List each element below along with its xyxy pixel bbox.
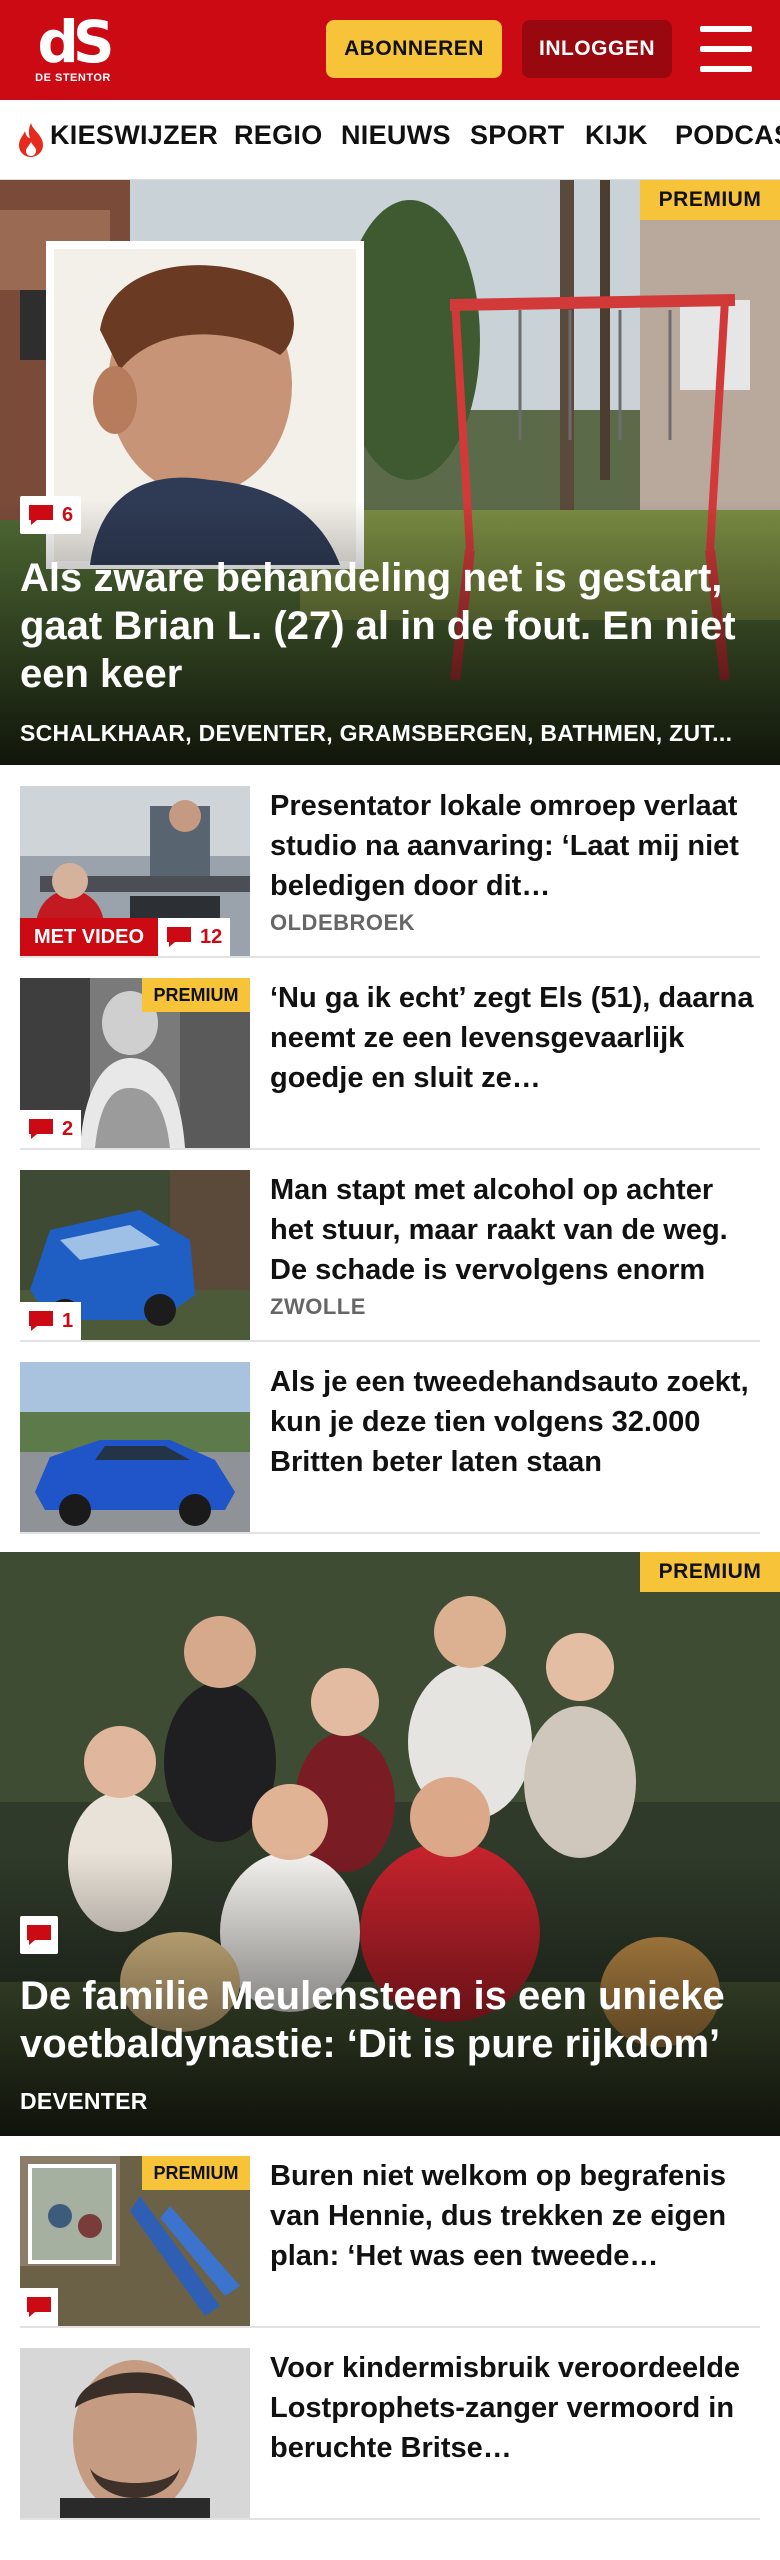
list-item[interactable]: Voor kindermisbruik veroordeel­de Lostpr… [20,2348,760,2520]
article-thumbnail [20,2348,250,2518]
login-button[interactable]: INLOGGEN [522,20,672,78]
flame-icon [19,123,43,157]
list-item[interactable]: Als je een tweedehandsauto zoekt, kun je… [20,1362,760,1534]
article-title[interactable]: Presentator lokale omroep verlaat studio… [270,786,760,906]
comment-count-badge: 12 [158,918,231,956]
hero-article-1[interactable]: PREMIUM 6 Als zware behandeling net is g… [0,180,780,765]
article-location: OLDEBROEK [270,910,416,935]
premium-badge: PREMIUM [640,1552,780,1592]
hero-location: SCHALKHAAR, DEVENTER, GRAMSBERGEN, BATHM… [20,720,733,746]
nav-item-kieswijzer[interactable]: KIESWIJZER [50,120,218,151]
site-logo[interactable]: dS DE STENTOR [28,8,118,88]
article-title[interactable]: Buren niet welkom op begrafenis van Henn… [270,2156,760,2276]
article-thumbnail: MET VIDEO 12 [20,786,250,956]
article-title[interactable]: Man stapt met alcohol op achter het stuu… [270,1170,760,1290]
article-thumbnail: PREMIUM [20,2156,250,2326]
comment-icon [167,927,191,947]
premium-badge: PREMIUM [142,2156,250,2190]
video-badge: MET VIDEO [20,918,158,956]
section-nav: KIESWIJZER REGIO NIEUWS SPORT KIJK PODCA… [0,100,780,180]
hero-article-2[interactable]: PREMIUM De familie Meulensteen is een un… [0,1552,780,2136]
comment-icon [27,2297,51,2317]
article-thumbnail [20,1362,250,1532]
article-thumbnail: 1 [20,1170,250,1340]
hero-title[interactable]: De familie Meulensteen is een unieke voe… [20,1972,760,2068]
hamburger-icon[interactable] [700,26,752,72]
comment-count-badge: 6 [20,496,82,534]
comment-count-badge: 1 [20,1302,82,1340]
comment-icon [29,1311,53,1331]
top-header: dS DE STENTOR ABONNEREN INLOGGEN [0,0,780,100]
logo-mark: dS [37,8,114,76]
comment-count-badge: 2 [20,1110,82,1148]
comment-icon [29,505,53,525]
logo-subtitle: DE STENTOR [35,72,111,84]
article-title[interactable]: ‘Nu ga ik echt’ zegt Els (51), daarna ne… [270,978,760,1098]
comment-count: 1 [62,1309,74,1332]
comment-count: 2 [62,1117,74,1140]
premium-badge: PREMIUM [640,180,780,220]
hero-title[interactable]: Als zware behandeling net is gestart, ga… [20,554,760,698]
comment-count: 12 [200,925,223,948]
subscribe-button[interactable]: ABONNEREN [326,20,502,78]
hero-location: DEVENTER [20,2088,148,2114]
article-title[interactable]: Voor kindermisbruik veroordeel­de Lostpr… [270,2348,760,2468]
article-title[interactable]: Als je een tweedehandsauto zoekt, kun je… [270,1362,760,1482]
comment-count: 6 [62,503,74,526]
comment-icon [29,1119,53,1139]
nav-item-regio[interactable]: REGIO [234,120,323,151]
article-thumbnail: PREMIUM 2 [20,978,250,1148]
list-item[interactable]: 1 Man stapt met alcohol op achter het st… [20,1170,760,1342]
comment-badge [20,2288,58,2326]
list-item[interactable]: MET VIDEO 12 Presentator lokale omroep v… [20,786,760,958]
nav-item-kijk[interactable]: KIJK [585,120,648,151]
comment-icon [27,1925,51,1945]
list-item[interactable]: PREMIUM 2 ‘Nu ga ik echt’ zegt Els (51),… [20,978,760,1150]
nav-item-podcast[interactable]: PODCAS [675,120,780,151]
article-location: ZWOLLE [270,1294,366,1319]
comment-badge [20,1916,58,1954]
premium-badge: PREMIUM [142,978,250,1012]
nav-item-sport[interactable]: SPORT [470,120,565,151]
list-item[interactable]: PREMIUM Buren niet welkom op begrafenis … [20,2156,760,2328]
nav-item-nieuws[interactable]: NIEUWS [341,120,451,151]
